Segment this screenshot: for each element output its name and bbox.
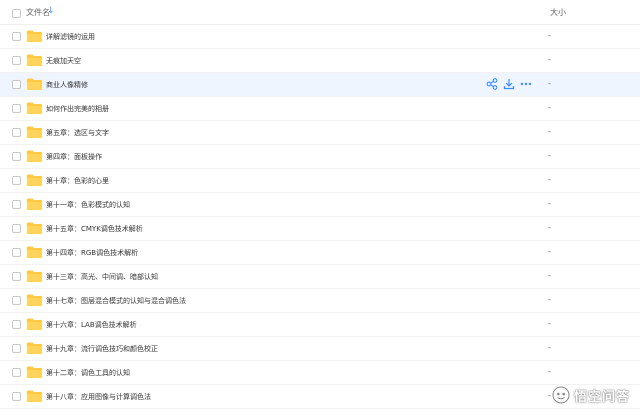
file-name[interactable]: 第十二章：调色工具的认知 — [46, 368, 130, 378]
row-checkbox[interactable] — [12, 176, 21, 185]
list-item[interactable]: 第五章：选区与文字 - — [0, 121, 640, 145]
file-name[interactable]: 第五章：选区与文字 — [46, 128, 109, 138]
folder-icon — [27, 342, 42, 354]
folder-icon — [27, 126, 42, 138]
folder-icon — [27, 246, 42, 258]
list-item[interactable]: 第四章：面板操作 - — [0, 145, 640, 169]
file-size: - — [548, 175, 551, 184]
file-size: - — [548, 79, 551, 88]
list-item[interactable]: 第十三章：高光、中间调、暗部认知 - — [0, 265, 640, 289]
folder-icon — [27, 78, 42, 90]
folder-icon — [27, 102, 42, 114]
list-item[interactable]: 第十二章：调色工具的认知 - — [0, 361, 640, 385]
file-size: - — [548, 271, 551, 280]
list-item[interactable]: 第十八章：应用图像与计算调色法 - — [0, 385, 640, 409]
list-item[interactable]: 第十六章：LAB调色技术解析 - — [0, 313, 640, 337]
folder-icon — [27, 318, 42, 330]
list-item[interactable]: 第十七章：图层混合模式的认知与混合调色法 - — [0, 289, 640, 313]
folder-icon — [27, 366, 42, 378]
watermark-text: 悟空问答 — [573, 389, 630, 405]
file-name[interactable]: 第十五章：CMYK调色技术解析 — [46, 224, 143, 234]
sort-down-icon[interactable]: ↓ — [47, 6, 55, 16]
folder-icon — [27, 174, 42, 186]
file-size: - — [548, 151, 551, 160]
more-icon[interactable] — [520, 78, 532, 90]
download-icon[interactable] — [503, 78, 515, 90]
row-checkbox[interactable] — [12, 320, 21, 329]
file-name[interactable]: 第十一章：色彩模式的认知 — [46, 200, 130, 210]
row-checkbox[interactable] — [12, 80, 21, 89]
select-all-checkbox[interactable] — [12, 9, 21, 18]
row-checkbox[interactable] — [12, 272, 21, 281]
row-checkbox[interactable] — [12, 56, 21, 65]
row-checkbox[interactable] — [12, 392, 21, 401]
folder-icon — [27, 150, 42, 162]
wukong-logo-icon — [552, 386, 570, 404]
row-checkbox[interactable] — [12, 248, 21, 257]
row-checkbox[interactable] — [12, 128, 21, 137]
folder-icon — [27, 54, 42, 66]
file-name[interactable]: 如何作出完美的相册 — [46, 104, 109, 114]
file-name[interactable]: 第十三章：高光、中间调、暗部认知 — [46, 272, 158, 282]
list-item[interactable]: 第十五章：CMYK调色技术解析 - — [0, 217, 640, 241]
file-size: - — [548, 343, 551, 352]
row-checkbox[interactable] — [12, 104, 21, 113]
list-item[interactable]: 第十章：色彩的心里 - — [0, 169, 640, 193]
list-item[interactable]: 第十九章：流行调色技巧和颜色校正 - — [0, 337, 640, 361]
folder-icon — [27, 222, 42, 234]
row-checkbox[interactable] — [12, 200, 21, 209]
file-size: - — [548, 367, 551, 376]
file-name[interactable]: 第十章：色彩的心里 — [46, 176, 109, 186]
file-name[interactable]: 第十六章：LAB调色技术解析 — [46, 320, 137, 330]
file-list-header: 文件名 ↓ 大小 — [0, 0, 640, 25]
folder-icon — [27, 30, 42, 42]
folder-icon — [27, 390, 42, 402]
file-size: - — [548, 295, 551, 304]
file-size: - — [548, 103, 551, 112]
list-item[interactable]: 第十一章：色彩模式的认知 - — [0, 193, 640, 217]
list-item[interactable]: 商业人像精修 - — [0, 73, 640, 97]
row-checkbox[interactable] — [12, 344, 21, 353]
folder-icon — [27, 270, 42, 282]
file-name[interactable]: 第四章：面板操作 — [46, 152, 102, 162]
file-name[interactable]: 第十九章：流行调色技巧和颜色校正 — [46, 344, 158, 354]
file-size: - — [548, 247, 551, 256]
file-size: - — [548, 391, 551, 400]
file-name[interactable]: 无痕加天空 — [46, 56, 81, 66]
file-name[interactable]: 第十四章：RGB调色技术解析 — [46, 248, 138, 258]
folder-icon — [27, 294, 42, 306]
folder-icon — [27, 198, 42, 210]
file-name[interactable]: 第十八章：应用图像与计算调色法 — [46, 392, 151, 402]
file-size: - — [548, 223, 551, 232]
share-icon[interactable] — [486, 78, 498, 90]
column-header-size[interactable]: 大小 — [550, 7, 566, 18]
file-size: - — [548, 127, 551, 136]
list-item[interactable]: 如何作出完美的相册 - — [0, 97, 640, 121]
row-checkbox[interactable] — [12, 296, 21, 305]
file-name[interactable]: 商业人像精修 — [46, 80, 88, 90]
file-size: - — [548, 199, 551, 208]
list-item[interactable]: 详解滤镜的运用 - — [0, 25, 640, 49]
list-item[interactable]: 无痕加天空 - — [0, 49, 640, 73]
row-checkbox[interactable] — [12, 224, 21, 233]
row-checkbox[interactable] — [12, 368, 21, 377]
list-item[interactable]: 第十四章：RGB调色技术解析 - — [0, 241, 640, 265]
row-checkbox[interactable] — [12, 152, 21, 161]
watermark: 悟空问答 — [551, 386, 630, 405]
file-size: - — [548, 319, 551, 328]
file-name[interactable]: 详解滤镜的运用 — [46, 32, 95, 42]
file-name[interactable]: 第十七章：图层混合模式的认知与混合调色法 — [46, 296, 186, 306]
row-checkbox[interactable] — [12, 32, 21, 41]
file-size: - — [548, 31, 551, 40]
file-size: - — [548, 55, 551, 64]
